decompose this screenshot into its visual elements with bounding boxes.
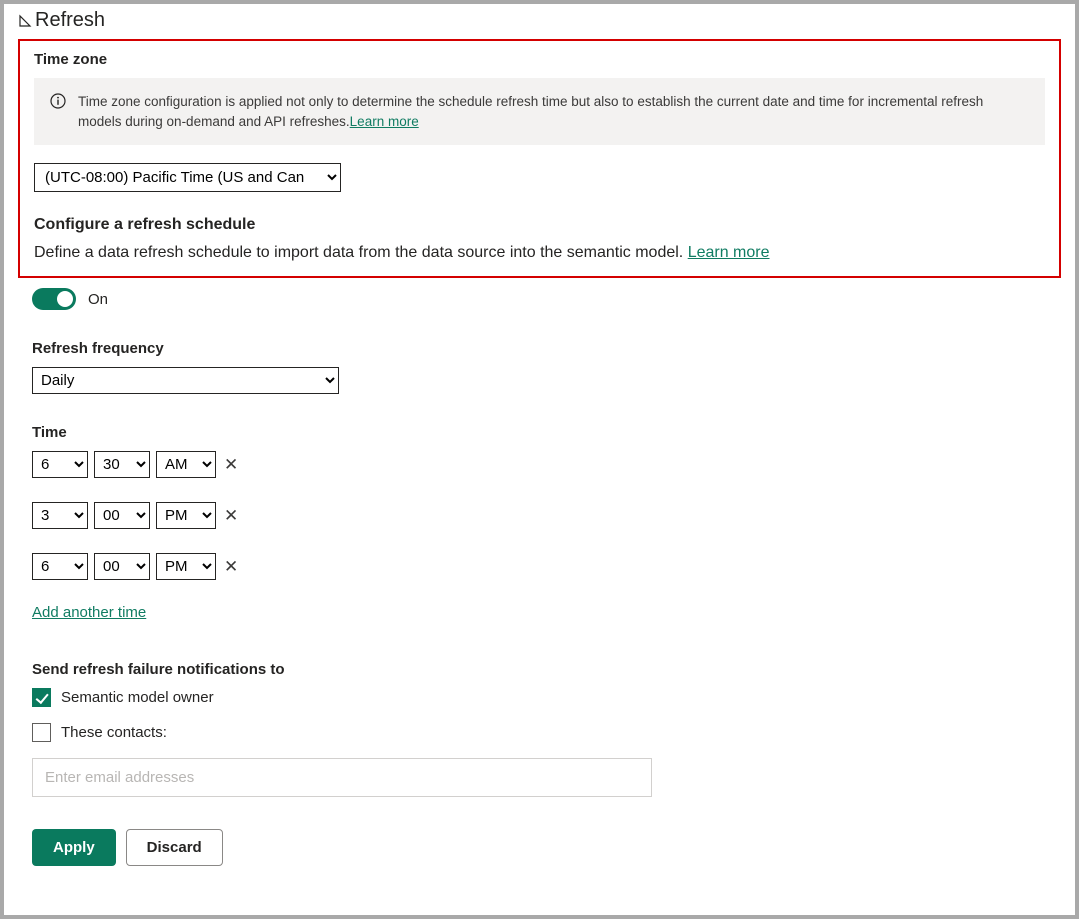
- notify-owner-checkbox[interactable]: [32, 688, 51, 707]
- notify-label: Send refresh failure notifications to: [32, 661, 1047, 678]
- apply-button[interactable]: Apply: [32, 829, 116, 866]
- schedule-desc-wrap: Define a data refresh schedule to import…: [34, 244, 1045, 262]
- timezone-info-banner: Time zone configuration is applied not o…: [34, 78, 1045, 145]
- add-time-link[interactable]: Add another time: [32, 604, 146, 621]
- info-icon: [50, 93, 66, 131]
- time-row-1: 6 30 AM ✕: [32, 451, 1047, 478]
- notify-owner-row: Semantic model owner: [32, 688, 1047, 707]
- refresh-panel: Refresh Time zone Time zone configuratio…: [4, 4, 1075, 915]
- notify-contacts-label: These contacts:: [61, 724, 167, 741]
- time-label: Time: [32, 424, 1047, 441]
- schedule-toggle-row: On: [32, 288, 1047, 310]
- ampm-select[interactable]: PM: [156, 502, 216, 529]
- discard-button[interactable]: Discard: [126, 829, 223, 866]
- settings-body: On Refresh frequency Daily Time 6 30 AM …: [18, 288, 1061, 866]
- toggle-label: On: [88, 291, 108, 308]
- notify-owner-label: Semantic model owner: [61, 689, 214, 706]
- schedule-desc: Define a data refresh schedule to import…: [34, 244, 688, 261]
- time-row-3: 6 00 PM ✕: [32, 553, 1047, 580]
- section-title: Refresh: [35, 9, 105, 32]
- schedule-title: Configure a refresh schedule: [34, 216, 1045, 234]
- frequency-select[interactable]: Daily: [32, 367, 339, 394]
- button-row: Apply Discard: [32, 829, 1047, 866]
- hour-select[interactable]: 6: [32, 451, 88, 478]
- contacts-email-input[interactable]: [32, 758, 652, 797]
- highlighted-region: Time zone Time zone configuration is app…: [18, 39, 1061, 278]
- notify-contacts-row: These contacts:: [32, 723, 1047, 742]
- frequency-label: Refresh frequency: [32, 340, 1047, 357]
- schedule-learn-more-link[interactable]: Learn more: [688, 244, 770, 261]
- timezone-label: Time zone: [34, 51, 1045, 68]
- timezone-select[interactable]: (UTC-08:00) Pacific Time (US and Can: [34, 163, 341, 192]
- minute-select[interactable]: 30: [94, 451, 150, 478]
- info-text-wrap: Time zone configuration is applied not o…: [78, 92, 1029, 131]
- timezone-info-text: Time zone configuration is applied not o…: [78, 94, 983, 129]
- ampm-select[interactable]: AM: [156, 451, 216, 478]
- notify-contacts-checkbox[interactable]: [32, 723, 51, 742]
- timezone-learn-more-link[interactable]: Learn more: [350, 114, 419, 129]
- time-row-2: 3 00 PM ✕: [32, 502, 1047, 529]
- section-header[interactable]: Refresh: [18, 9, 1061, 32]
- schedule-toggle[interactable]: [32, 288, 76, 310]
- collapse-icon: [18, 14, 32, 28]
- ampm-select[interactable]: PM: [156, 553, 216, 580]
- hour-select[interactable]: 3: [32, 502, 88, 529]
- remove-time-icon[interactable]: ✕: [222, 557, 240, 577]
- remove-time-icon[interactable]: ✕: [222, 455, 240, 475]
- minute-select[interactable]: 00: [94, 502, 150, 529]
- hour-select[interactable]: 6: [32, 553, 88, 580]
- minute-select[interactable]: 00: [94, 553, 150, 580]
- remove-time-icon[interactable]: ✕: [222, 506, 240, 526]
